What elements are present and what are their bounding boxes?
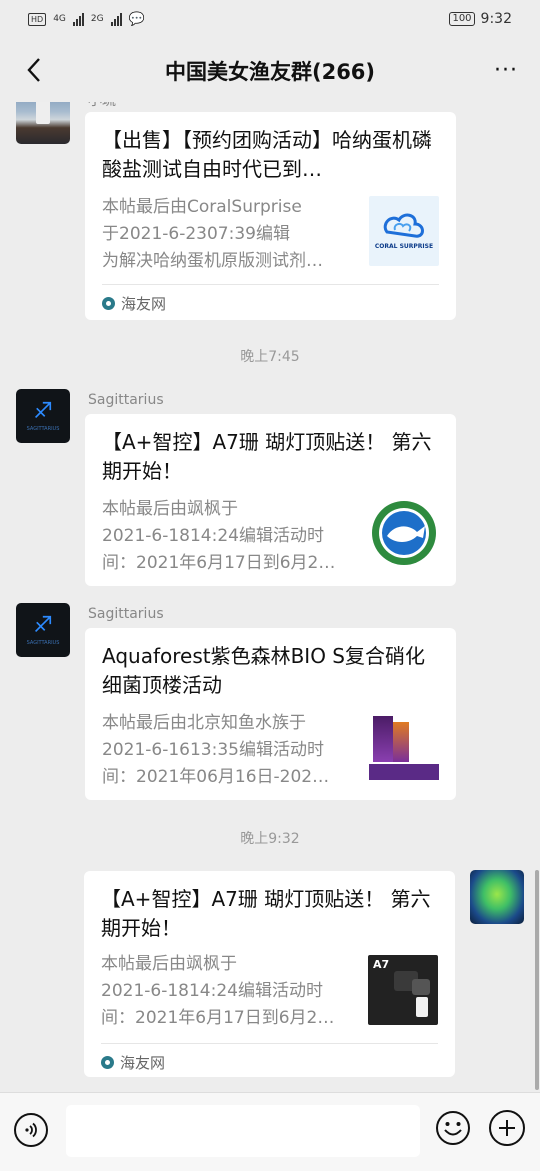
card-desc-line: 2021-6-1814:24编辑活动时 xyxy=(101,981,323,1001)
chevron-left-icon xyxy=(27,58,40,82)
voice-icon xyxy=(25,1122,37,1138)
chat-header: 中国美女渔友群(266) ··· xyxy=(0,40,540,102)
chat-messages[interactable]: 小琉 【出售】【预约团购活动】哈纳蛋机磷酸盐测试自由时代已到… 本帖最后由Cor… xyxy=(0,102,540,1092)
status-bar: HD 4G 2G 💬 100 9:32 xyxy=(0,0,540,38)
card-source: 海友网 xyxy=(101,1043,438,1073)
chat-bubble-icon: 💬 xyxy=(128,11,145,27)
avatar-text: SAGITTARIUS xyxy=(26,639,60,646)
back-button[interactable] xyxy=(14,50,54,90)
net-2g-label: 2G xyxy=(90,14,104,24)
card-title: Aquaforest紫色森林BIO S复合硝化细菌顶楼活动 xyxy=(102,644,425,697)
sender-name: Sagittarius xyxy=(88,606,164,622)
card-desc-line: 间：2021年06月16日-202… xyxy=(102,767,330,787)
card-desc: 本帖最后由北京知鱼水族于 2021-6-1613:35编辑活动时 间：2021年… xyxy=(102,710,352,791)
hd-badge: HD xyxy=(28,12,47,26)
chat-title: 中国美女渔友群(266) xyxy=(164,60,376,84)
timestamp: 晚上9:32 xyxy=(240,831,300,847)
sender-name: Sagittarius xyxy=(88,392,164,408)
more-button[interactable]: ··· xyxy=(486,50,526,90)
card-title: 【A+智控】A7珊 瑚灯顶贴送！ 第六期开始！ xyxy=(101,887,431,940)
product-phone xyxy=(416,997,428,1017)
source-name: 海友网 xyxy=(121,295,167,313)
more-icon: ··· xyxy=(494,57,518,83)
timestamp: 晚上7:45 xyxy=(240,349,300,365)
card-desc-line: 间：2021年6月17日到6月2… xyxy=(102,553,336,573)
signal-icon xyxy=(72,12,84,26)
battery-icon: 100 xyxy=(449,12,475,26)
avatar[interactable]: ♐ SAGITTARIUS xyxy=(16,603,70,657)
sender-name: 小琉 xyxy=(88,102,116,110)
emoji-button[interactable] xyxy=(435,1110,471,1146)
card-desc-line: 2021-6-1613:35编辑活动时 xyxy=(102,740,324,760)
status-left: HD 4G 2G 💬 xyxy=(28,12,145,27)
link-card[interactable]: 【出售】【预约团购活动】哈纳蛋机磷酸盐测试自由时代已到… 本帖最后由CoralS… xyxy=(85,112,456,320)
card-thumbnail: A7 xyxy=(368,955,438,1025)
card-desc: 本帖最后由飒枫于 2021-6-1814:24编辑活动时 间：2021年6月17… xyxy=(101,951,351,1032)
thumb-label: A7 xyxy=(373,958,390,971)
card-thumbnail: CORAL SURPRISE xyxy=(369,196,439,266)
card-desc-line: 2021-6-1814:24编辑活动时 xyxy=(102,526,324,546)
card-desc-line: 本帖最后由飒枫于 xyxy=(102,499,238,519)
source-name: 海友网 xyxy=(120,1054,166,1072)
link-card[interactable]: Aquaforest紫色森林BIO S复合硝化细菌顶楼活动 本帖最后由北京知鱼水… xyxy=(85,628,456,800)
avatar[interactable] xyxy=(16,102,70,144)
avatar-text: SAGITTARIUS xyxy=(26,425,60,432)
signal-icon-2 xyxy=(110,12,122,26)
card-desc-line: 本帖最后由CoralSurprise xyxy=(102,197,302,217)
status-time: 9:32 xyxy=(480,11,512,27)
product-banner xyxy=(369,764,439,780)
card-desc: 本帖最后由飒枫于 2021-6-1814:24编辑活动时 间：2021年6月17… xyxy=(102,496,352,577)
card-thumbnail xyxy=(369,498,439,568)
input-bar xyxy=(0,1092,540,1171)
card-desc-line: 本帖最后由飒枫于 xyxy=(101,954,237,974)
card-desc-line: 本帖最后由北京知鱼水族于 xyxy=(102,713,306,733)
sagittarius-icon: ♐ xyxy=(33,612,53,638)
card-desc: 本帖最后由CoralSurprise 于2021-6-2307:39编辑 为解决… xyxy=(102,194,352,275)
product-image xyxy=(373,716,393,762)
plus-icon xyxy=(499,1120,515,1136)
source-icon xyxy=(102,297,115,310)
sagittarius-icon: ♐ xyxy=(33,398,53,424)
card-title: 【A+智控】A7珊 瑚灯顶贴送！ 第六期开始！ xyxy=(102,430,432,483)
plus-button[interactable] xyxy=(489,1110,525,1146)
card-desc-line: 于2021-6-2307:39编辑 xyxy=(102,224,290,244)
coral-surprise-logo xyxy=(383,213,424,238)
fish-logo xyxy=(372,501,436,565)
product-lamp-2 xyxy=(412,979,430,995)
scrollbar[interactable] xyxy=(535,870,539,1090)
voice-button[interactable] xyxy=(14,1113,48,1147)
card-source: 海友网 xyxy=(102,284,439,314)
net-4g-label: 4G xyxy=(53,14,66,24)
card-title: 【出售】【预约团购活动】哈纳蛋机磷酸盐测试自由时代已到… xyxy=(102,128,432,181)
product-image-2 xyxy=(393,722,409,762)
smiley-icon xyxy=(436,1111,470,1145)
status-right: 100 9:32 xyxy=(449,11,512,27)
card-desc-line: 为解决哈纳蛋机原版测试剂… xyxy=(102,251,323,271)
thumb-logo-text: CORAL SURPRISE xyxy=(374,243,434,250)
link-card[interactable]: 【A+智控】A7珊 瑚灯顶贴送！ 第六期开始！ 本帖最后由飒枫于 2021-6-… xyxy=(85,414,456,586)
message-input[interactable] xyxy=(66,1105,420,1157)
avatar[interactable] xyxy=(470,870,524,924)
avatar[interactable]: ♐ SAGITTARIUS xyxy=(16,389,70,443)
card-thumbnail xyxy=(369,712,439,782)
link-card[interactable]: 【A+智控】A7珊 瑚灯顶贴送！ 第六期开始！ 本帖最后由飒枫于 2021-6-… xyxy=(84,871,455,1077)
source-icon xyxy=(101,1056,114,1069)
card-desc-line: 间：2021年6月17日到6月2… xyxy=(101,1008,335,1028)
